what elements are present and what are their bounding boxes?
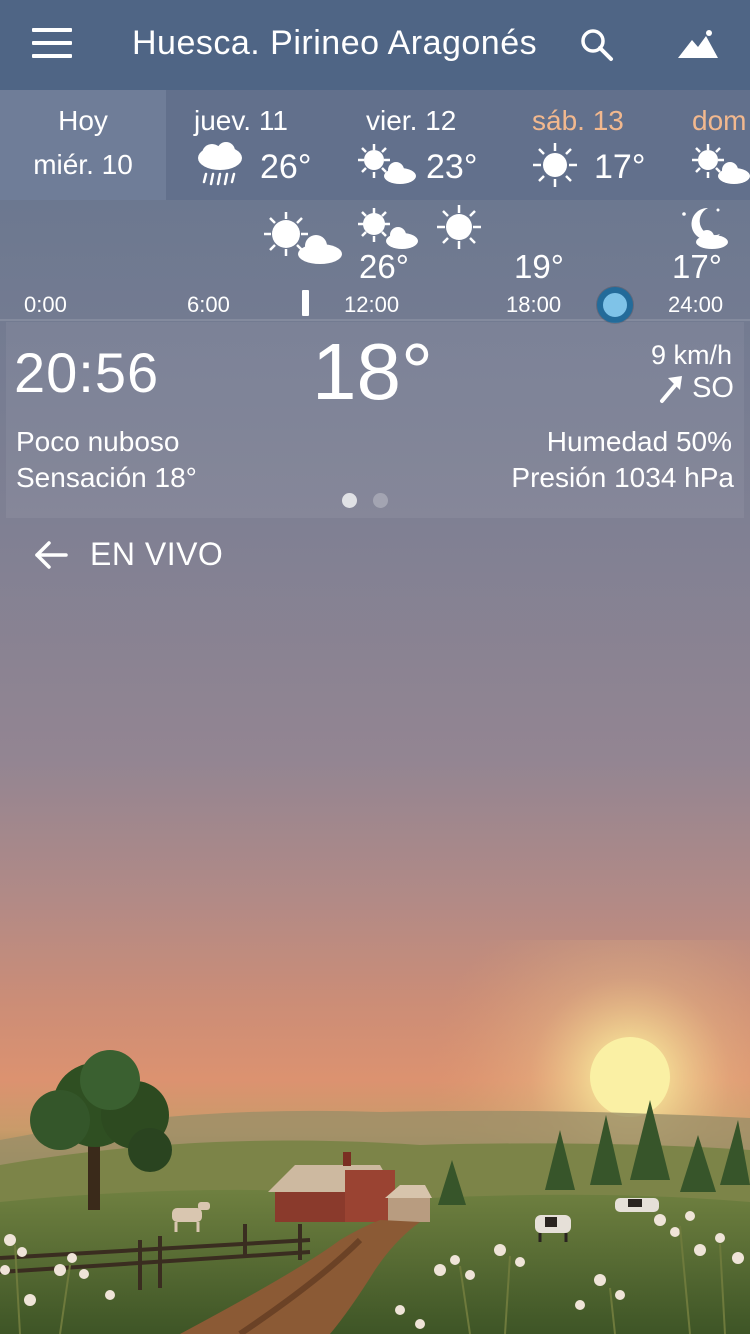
current-time: 20:56: [14, 341, 160, 404]
sun-icon: [437, 205, 481, 249]
humidity: Humedad 50%: [546, 426, 732, 457]
mountain-icon[interactable]: [676, 28, 720, 62]
sun-cloud-icon: [692, 144, 750, 184]
sun-icon: [533, 143, 577, 187]
wind-arrow-icon: [660, 375, 683, 403]
hour-temp: 19°: [514, 248, 564, 285]
day-item-sunday[interactable]: dom: [664, 90, 750, 200]
hamburger-menu-icon[interactable]: [32, 28, 72, 62]
day-temp: 23°: [426, 148, 478, 186]
feels-like: Sensación 18°: [16, 462, 197, 493]
hour-label: 24:00: [668, 292, 724, 317]
moon-cloud-icon: [682, 207, 728, 249]
landscape-illustration: [0, 940, 750, 1334]
hour-label: 12:00: [344, 292, 400, 317]
daily-forecast-strip: Hoy miér. 10 juev. 11 26° vier. 12 23° s…: [0, 90, 750, 200]
sun-cloud-icon: [264, 212, 342, 264]
wind-direction-label: SO: [692, 372, 734, 404]
current-time-marker: [302, 290, 309, 316]
rain-cloud-icon: [198, 142, 242, 186]
day-temp: 26°: [260, 148, 312, 186]
hour-label: 18:00: [506, 292, 562, 317]
day-item-friday[interactable]: vier. 12 23°: [332, 90, 498, 200]
wind-speed: 9 km/h: [650, 340, 732, 370]
page-indicator[interactable]: [342, 493, 388, 508]
hour-label: 0:00: [24, 292, 67, 317]
day-name: dom: [692, 105, 747, 136]
timeline-slider-handle[interactable]: [597, 287, 633, 323]
hour-label: 6:00: [187, 292, 230, 317]
arrow-left-icon: [35, 540, 68, 569]
live-label: EN VIVO: [90, 536, 224, 572]
hour-temp: 17°: [672, 248, 722, 285]
pressure: Presión 1034 hPa: [511, 462, 734, 493]
location-title[interactable]: Huesca. Pirineo Aragonés: [132, 24, 537, 63]
sun: [590, 1037, 670, 1117]
day-name: juev. 11: [194, 105, 288, 136]
hour-temp: 26°: [359, 248, 409, 285]
wind-direction: SO: [658, 372, 734, 405]
day-item-thursday[interactable]: juev. 11 26°: [166, 90, 332, 200]
condition-text: Poco nuboso: [16, 426, 180, 457]
page-dot[interactable]: [373, 493, 388, 508]
day-item-saturday[interactable]: sáb. 13 17°: [498, 90, 664, 200]
day-today-label: Hoy: [58, 105, 108, 136]
cow: [615, 1198, 659, 1212]
current-temperature: 18°: [312, 327, 433, 416]
day-today-date: miér. 10: [33, 149, 133, 180]
page-dot-active[interactable]: [342, 493, 357, 508]
day-name: sáb. 13: [532, 105, 624, 136]
search-icon[interactable]: [580, 28, 614, 62]
sun-cloud-icon: [358, 144, 416, 184]
timeline-track: [0, 319, 750, 321]
live-button[interactable]: EN VIVO: [34, 536, 223, 573]
top-bar: Huesca. Pirineo Aragonés: [0, 0, 750, 90]
day-today[interactable]: Hoy miér. 10: [0, 90, 166, 200]
day-temp: 17°: [594, 148, 646, 186]
day-name: vier. 12: [366, 105, 457, 136]
sun-cloud-icon: [358, 208, 418, 249]
